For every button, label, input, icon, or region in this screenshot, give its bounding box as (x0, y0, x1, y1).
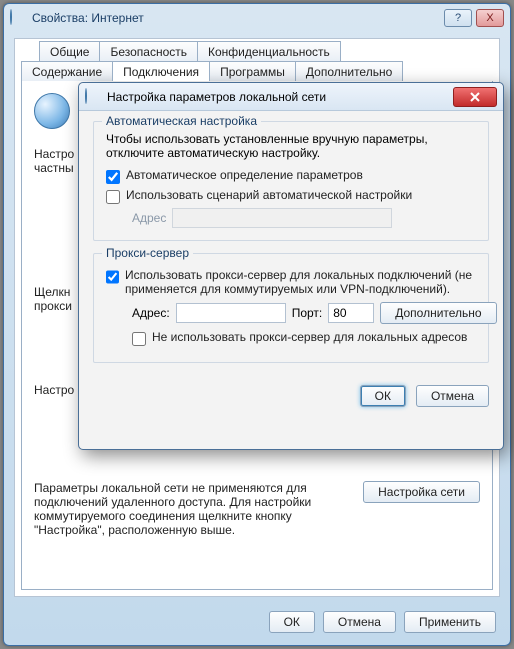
tab-programs[interactable]: Программы (209, 61, 296, 81)
tabs: Общие Безопасность Конфиденциальность Со… (15, 39, 499, 83)
proxy-group: Прокси-сервер Использовать прокси-сервер… (93, 253, 489, 363)
cancel-button[interactable]: Отмена (416, 385, 489, 407)
script-address-label: Адрес (132, 211, 166, 225)
auto-detect-label: Автоматическое определение параметров (126, 168, 363, 182)
auto-desc: Чтобы использовать установленные вручную… (106, 132, 476, 160)
dialog-title: Настройка параметров локальной сети (107, 90, 326, 104)
apply-button[interactable]: Применить (404, 611, 496, 633)
close-button[interactable]: X (476, 9, 504, 27)
proxy-address-label: Адрес: (132, 306, 170, 320)
proxy-port-label: Порт: (292, 306, 323, 320)
close-icon[interactable] (453, 87, 497, 107)
titlebar[interactable]: Свойства: Интернет ? X (4, 4, 510, 32)
proxy-advanced-button[interactable]: Дополнительно (380, 302, 496, 324)
lan-settings-button[interactable]: Настройка сети (363, 481, 480, 503)
globe-icon (85, 89, 101, 105)
use-script-label: Использовать сценарий автоматической нас… (126, 188, 412, 202)
auto-detect-checkbox[interactable] (106, 170, 120, 184)
tab-advanced[interactable]: Дополнительно (295, 61, 403, 81)
dialog-footer: ОК Отмена (79, 385, 503, 419)
tab-security[interactable]: Безопасность (99, 41, 198, 61)
lan-settings-dialog: Настройка параметров локальной сети Авто… (78, 82, 504, 450)
tab-content[interactable]: Содержание (21, 61, 113, 81)
proxy-address-input[interactable] (176, 303, 286, 323)
group-legend: Автоматическая настройка (102, 114, 261, 128)
window-title: Свойства: Интернет (32, 11, 144, 25)
use-proxy-checkbox[interactable] (106, 270, 119, 284)
cancel-button[interactable]: Отмена (323, 611, 396, 633)
main-footer: ОК Отмена Применить (269, 611, 496, 633)
help-button[interactable]: ? (444, 9, 472, 27)
tab-general[interactable]: Общие (39, 41, 100, 61)
bypass-local-label: Не использовать прокси-сервер для локаль… (152, 330, 467, 344)
ok-button[interactable]: ОК (269, 611, 315, 633)
use-proxy-label: Использовать прокси-сервер для локальных… (125, 268, 476, 296)
group-legend: Прокси-сервер (102, 246, 193, 260)
tab-connections[interactable]: Подключения (112, 61, 210, 81)
auto-config-group: Автоматическая настройка Чтобы использов… (93, 121, 489, 241)
tab-privacy[interactable]: Конфиденциальность (197, 41, 341, 61)
proxy-port-input[interactable] (328, 303, 374, 323)
globe-icon (34, 93, 70, 129)
dialog-titlebar[interactable]: Настройка параметров локальной сети (79, 83, 503, 111)
use-script-checkbox[interactable] (106, 190, 120, 204)
globe-icon (10, 10, 26, 26)
script-address-input (172, 208, 392, 228)
lan-description: Параметры локальной сети не применяются … (34, 481, 351, 537)
bypass-local-checkbox[interactable] (132, 332, 146, 346)
ok-button[interactable]: ОК (360, 385, 406, 407)
